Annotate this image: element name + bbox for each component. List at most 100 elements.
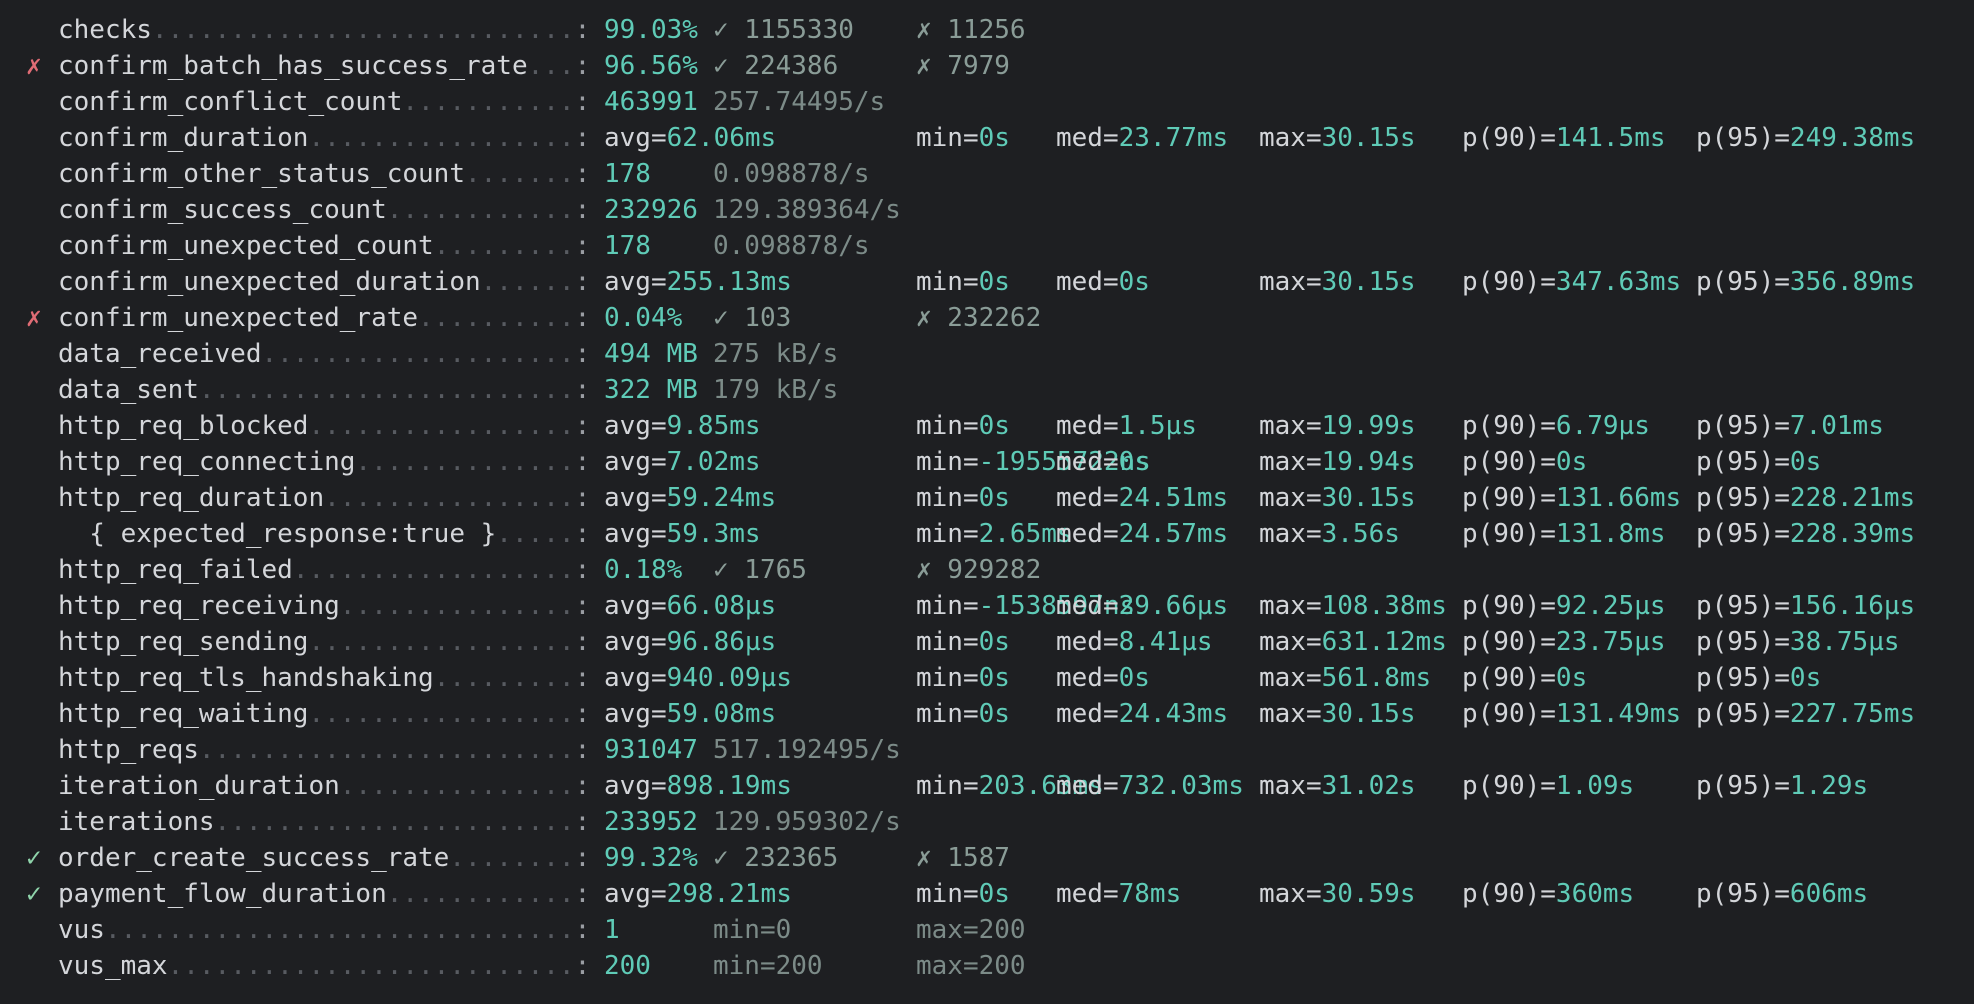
metric-row: vus_max..........................: 200 min… — [0, 948, 1974, 984]
metric-name: vus..............................: — [58, 912, 590, 948]
metric-max: max=19.99s — [1259, 408, 1416, 444]
metric-value: 200 — [604, 951, 651, 981]
metric-p90-key: p(90)= — [1462, 879, 1556, 909]
metric-name: http_reqs........................: — [58, 732, 590, 768]
separator-colon: : — [574, 51, 591, 81]
metric-rate: 275 kB/s — [713, 339, 839, 369]
metric-name-text: confirm_unexpected_count — [58, 231, 434, 261]
metric-p90-key: p(90)= — [1462, 771, 1556, 801]
metric-min: min=0s — [916, 408, 1010, 444]
separator-colon: : — [574, 375, 591, 405]
metric-name-text: payment_flow_duration — [58, 879, 387, 909]
metric-value: 178 — [604, 159, 651, 189]
metric-p90-key: p(90)= — [1462, 483, 1556, 513]
metric-avg-key: avg= — [604, 591, 667, 621]
metric-p90: p(90)=131.8ms — [1462, 516, 1666, 552]
metric-row: ✗ confirm_batch_has_success_rate...: 96.56… — [0, 48, 1974, 84]
metric-max-key: max= — [1259, 627, 1322, 657]
metric-name: order_create_success_rate........: — [58, 840, 590, 876]
metric-row: data_received....................: 494 MB… — [0, 336, 1974, 372]
dot-leader: ...... — [480, 267, 575, 297]
metric-row: data_sent........................: 322 MB… — [0, 372, 1974, 408]
metric-med: med=1.5µs — [1056, 408, 1197, 444]
metric-med-key: med= — [1056, 483, 1119, 513]
metric-min-key: min= — [916, 591, 979, 621]
separator-colon: : — [574, 447, 591, 477]
metric-p90-key: p(90)= — [1462, 411, 1556, 441]
metric-name-text: confirm_unexpected_rate — [58, 303, 419, 333]
metric-name-text: confirm_unexpected_duration — [58, 267, 481, 297]
separator-colon: : — [574, 663, 591, 693]
separator-colon: : — [574, 159, 591, 189]
metric-max: max=30.15s — [1259, 264, 1416, 300]
metric-name-text: http_req_failed — [58, 555, 293, 585]
metric-p90-key: p(90)= — [1462, 627, 1556, 657]
threshold-pass-icon: ✓ — [26, 843, 42, 873]
metric-value: 178 — [604, 231, 651, 261]
dot-leader: .............. — [355, 447, 575, 477]
metric-min: min=0s — [916, 624, 1010, 660]
metric-name: http_req_failed..................: — [58, 552, 590, 588]
metric-p90-value: 131.66ms — [1555, 483, 1682, 513]
metric-med-key: med= — [1056, 699, 1119, 729]
metric-p95-value: 0s — [1789, 663, 1822, 693]
metric-row: confirm_unexpected_duration......: avg=25… — [0, 264, 1974, 300]
metric-avg-key: avg= — [604, 447, 667, 477]
metric-name: confirm_conflict_count...........: — [58, 84, 590, 120]
metric-min-key: min= — [916, 483, 979, 513]
metric-max-key: max= — [1259, 771, 1322, 801]
metric-row: ✓ order_create_success_rate........: 99.32… — [0, 840, 1974, 876]
dot-leader: ................. — [308, 627, 575, 657]
metric-max: max=19.94s — [1259, 444, 1416, 480]
dot-leader: ....................... — [214, 807, 575, 837]
metric-p90-value: 141.5ms — [1555, 123, 1666, 153]
metric-min-value: 0s — [978, 411, 1010, 441]
metric-min-key: min= — [916, 699, 979, 729]
metric-value: 233952 — [604, 807, 698, 837]
metric-med: med=0s — [1056, 264, 1150, 300]
metric-name-text: { expected_response:true } — [58, 519, 497, 549]
metric-p95-key: p(95)= — [1696, 663, 1790, 693]
metric-max-key: max= — [1259, 123, 1322, 153]
metric-name-text: checks — [58, 15, 152, 45]
metric-avg-key: avg= — [604, 663, 667, 693]
metric-min-value: 0s — [978, 663, 1010, 693]
metric-p95: p(95)=356.89ms — [1696, 264, 1915, 300]
separator-colon: : — [574, 267, 591, 297]
metric-max-value: 19.99s — [1321, 411, 1416, 441]
metric-med-key: med= — [1056, 519, 1119, 549]
metric-p95: p(95)=606ms — [1696, 876, 1868, 912]
dot-leader: .......................... — [167, 951, 575, 981]
separator-colon: : — [574, 915, 591, 945]
dot-leader: ........................ — [198, 735, 575, 765]
metric-med: med=24.57ms — [1056, 516, 1228, 552]
metric-name-text: vus_max — [58, 951, 168, 981]
metric-row: http_req_failed..................: 0.18% ✓… — [0, 552, 1974, 588]
metric-p95: p(95)=227.75ms — [1696, 696, 1915, 732]
separator-colon: : — [574, 807, 591, 837]
metric-max: max=561.8ms — [1259, 660, 1431, 696]
metric-name: confirm_duration.................: — [58, 120, 590, 156]
metric-med: med=24.51ms — [1056, 480, 1228, 516]
terminal-output: checks...........................: 99.03%… — [0, 12, 1974, 984]
metric-p90-key: p(90)= — [1462, 123, 1556, 153]
metric-max: max=30.59s — [1259, 876, 1416, 912]
metric-p95-value: 1.29s — [1789, 771, 1869, 801]
metric-row: http_req_duration................: avg=59… — [0, 480, 1974, 516]
metric-med: med=24.43ms — [1056, 696, 1228, 732]
metric-avg-key: avg= — [604, 123, 667, 153]
metric-avg-key: avg= — [604, 519, 667, 549]
metric-p90: p(90)=1.09s — [1462, 768, 1634, 804]
metric-avg: avg=298.21ms — [604, 876, 792, 912]
metric-min-key: min= — [916, 447, 979, 477]
metric-name-text: confirm_success_count — [58, 195, 387, 225]
metric-avg-value: 940.09µs — [666, 663, 792, 693]
dot-leader: ................ — [324, 483, 575, 513]
dot-leader: ......... — [433, 663, 575, 693]
metric-med-key: med= — [1056, 879, 1119, 909]
metric-min-key: min= — [916, 879, 979, 909]
metric-avg-value: 59.08ms — [666, 699, 777, 729]
metric-p90-value: 131.49ms — [1555, 699, 1682, 729]
fail-count: ✗ 232262 — [916, 303, 1042, 333]
metric-name: http_req_blocked.................: — [58, 408, 590, 444]
